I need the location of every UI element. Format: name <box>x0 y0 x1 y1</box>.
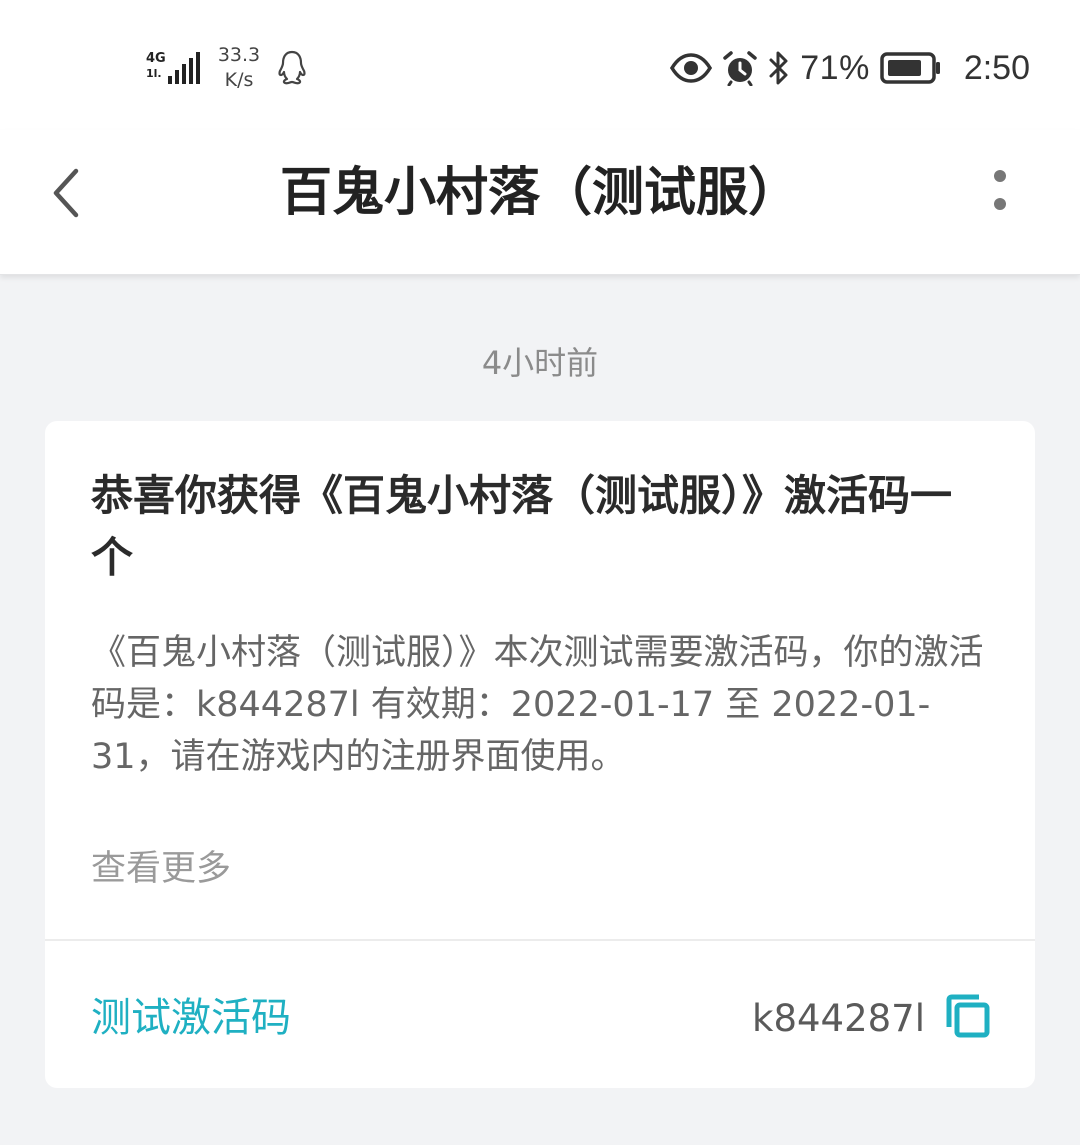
battery-percent: 71% <box>800 48 870 87</box>
network-sub: 1l. <box>146 67 162 80</box>
message-title: 恭喜你获得《百鬼小村落（测试服）》激活码一个 <box>91 471 953 582</box>
signal-icon: 4G 1l. <box>146 48 204 88</box>
app-header: 百鬼小村落（测试服） <box>0 130 1080 275</box>
copy-icon[interactable] <box>945 993 991 1039</box>
speed-value: 33.3 <box>217 44 261 66</box>
network-type: 4G <box>146 51 166 66</box>
activation-code-value: k844287l <box>752 997 925 1040</box>
message-body: 《百鬼小村落（测试服）》本次测试需要激活码，你的激活码是：k844287l 有效… <box>91 633 984 777</box>
card-divider <box>45 939 1035 941</box>
alarm-icon <box>723 51 757 86</box>
eye-icon <box>670 53 713 83</box>
activation-code-label: 测试激活码 <box>91 995 291 1041</box>
status-bar: 4G 1l. 33.3 K/s 71% 2:50 <box>0 0 1080 130</box>
more-vertical-icon[interactable] <box>980 166 1020 226</box>
page-title: 百鬼小村落（测试服） <box>279 163 800 223</box>
network-speed: 33.3 K/s <box>216 43 262 93</box>
qq-icon <box>278 50 306 85</box>
speed-unit: K/s <box>224 69 254 91</box>
see-more-link[interactable]: 查看更多 <box>91 846 231 892</box>
battery-icon <box>880 52 940 84</box>
bluetooth-icon <box>769 51 788 85</box>
message-timestamp: 4小时前 <box>481 344 599 382</box>
message-card: 恭喜你获得《百鬼小村落（测试服）》激活码一个 《百鬼小村落（测试服）》本次测试需… <box>45 421 1035 1088</box>
clock: 2:50 <box>963 48 1030 87</box>
